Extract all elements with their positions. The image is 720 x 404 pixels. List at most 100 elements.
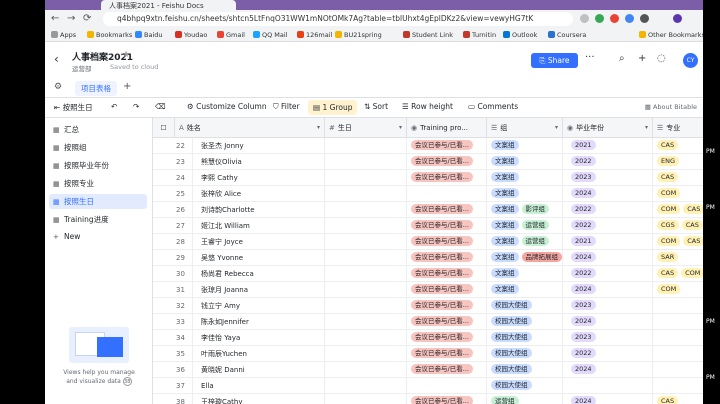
group-cell[interactable]: 文案组	[487, 186, 563, 202]
name-cell[interactable]: 姬江北 William	[193, 218, 325, 234]
share-button[interactable]: ⎘ Share	[531, 53, 578, 68]
sidebar-item-by-grad-year[interactable]: ▦ 按照毕业年份	[53, 160, 109, 171]
name-cell[interactable]: 陈永如Jennifer	[193, 314, 325, 330]
major-cell[interactable]: SAR	[653, 250, 703, 266]
table-row[interactable]: 33 陈永如Jennifer 会议已参与/已看... 校园大使组 2024	[153, 314, 703, 330]
name-cell[interactable]: 王梓璇Cathy	[193, 394, 325, 404]
major-cell[interactable]	[653, 298, 703, 314]
bookmark-item[interactable]: Other Bookmarks	[639, 31, 703, 39]
sidebar-item-summary[interactable]: ▦ 汇总	[53, 124, 79, 135]
bookmark-item[interactable]: QQ Mail	[253, 31, 288, 39]
birthday-cell[interactable]	[325, 170, 407, 186]
grad-year-cell[interactable]	[563, 378, 653, 394]
back-arrow-icon[interactable]: ‹	[54, 52, 59, 66]
extensions-puzzle-icon[interactable]	[640, 14, 649, 23]
filter-button[interactable]: ⛉ Filter	[273, 102, 300, 112]
table-row[interactable]: 23 熊慧仪Olivia 会议已参与/已看... 文案组 2022 ENG	[153, 154, 703, 170]
folder-label[interactable]: 运营部	[72, 63, 92, 73]
comments-button[interactable]: ▭ Comments	[468, 102, 518, 111]
training-cell[interactable]: 会议已参与/已看...	[407, 234, 487, 250]
group-cell[interactable]: 校园大使组	[487, 378, 563, 394]
major-cell[interactable]	[653, 330, 703, 346]
group-cell[interactable]: 校园大使组	[487, 362, 563, 378]
bookmark-item[interactable]: BU21spring	[335, 31, 382, 39]
group-cell[interactable]: 文案组	[487, 266, 563, 282]
name-cell[interactable]: 王睿宁 Joyce	[193, 234, 325, 250]
training-cell[interactable]: 会议已参与/已看...	[407, 346, 487, 362]
browser-tab[interactable]: 人事档案2021 - Feishu Docs	[101, 0, 236, 10]
birthday-cell[interactable]	[325, 202, 407, 218]
customize-column-button[interactable]: ⚙ Customize Column	[187, 102, 267, 111]
sidebar-item-by-group[interactable]: ▦ 按照组	[53, 142, 87, 153]
bookmark-item[interactable]: Youdao	[175, 31, 207, 39]
bookmark-star-icon[interactable]	[580, 14, 589, 23]
search-icon[interactable]: ⌕	[619, 53, 625, 64]
bookmark-item[interactable]: 126mail	[297, 31, 332, 39]
sort-button[interactable]: ⇅ Sort	[364, 102, 388, 111]
birthday-cell[interactable]	[325, 298, 407, 314]
group-cell[interactable]: 校园大使组	[487, 346, 563, 362]
group-cell[interactable]: 校园大使组	[487, 330, 563, 346]
chevron-down-icon[interactable]: ▾	[645, 118, 648, 138]
url-input[interactable]: q4bhpq9xtn.feishu.cn/sheets/shtcn5LtFnqO…	[103, 12, 573, 26]
group-cell[interactable]: 文案组	[487, 282, 563, 298]
column-header-name[interactable]: A 姓名 ▾	[175, 118, 325, 138]
table-row[interactable]: 32 钱立宁 Amy 会议已参与/已看... 校园大使组 2023	[153, 298, 703, 314]
bookmark-item[interactable]: Outlook	[503, 31, 537, 39]
select-all-checkbox[interactable]: ☐	[153, 118, 175, 138]
table-row[interactable]: 38 王梓璇Cathy 会议已参与/已看... 运营组 2024 CAS	[153, 394, 703, 404]
training-cell[interactable]	[407, 186, 487, 202]
grad-year-cell[interactable]: 2023	[563, 170, 653, 186]
birthday-cell[interactable]	[325, 314, 407, 330]
table-row[interactable]: 24 李熙 Cathy 会议已参与/已看... 文案组 2023 CAS	[153, 170, 703, 186]
table-row[interactable]: 35 叶雨辰Yuchen 会议已参与/已看... 校园大使组 2022	[153, 346, 703, 362]
table-row[interactable]: 31 张琼月 Joanna 会议已参与/已看... 文案组 2024 COM	[153, 282, 703, 298]
birthday-cell[interactable]	[325, 362, 407, 378]
group-cell[interactable]: 文案组	[487, 170, 563, 186]
table-row[interactable]: 29 吴悠 Yvonne 会议已参与/已看... 文案组 品牌拓展组 2024 SAR	[153, 250, 703, 266]
name-cell[interactable]: 钱立宁 Amy	[193, 298, 325, 314]
birthday-cell[interactable]	[325, 250, 407, 266]
sidebar-item-by-birthday[interactable]: ▦ 按照生日	[49, 194, 147, 209]
grad-year-cell[interactable]: 2024	[563, 394, 653, 404]
birthday-cell[interactable]	[325, 218, 407, 234]
major-cell[interactable]	[653, 346, 703, 362]
birthday-cell[interactable]	[325, 346, 407, 362]
table-row[interactable]: 37 Ella 校园大使组	[153, 378, 703, 394]
tab-project-table[interactable]: 项目表格	[75, 81, 117, 96]
training-cell[interactable]: 会议已参与/已看...	[407, 218, 487, 234]
column-header-birthday[interactable]: # 生日 ▾	[325, 118, 407, 138]
add-icon[interactable]: +	[638, 53, 646, 64]
name-cell[interactable]: Ella	[193, 378, 325, 394]
column-header-training[interactable]: ◉ Training pro...	[407, 118, 487, 138]
table-row[interactable]: 28 王睿宁 Joyce 会议已参与/已看... 文案组 运营组 2021 COM CAS	[153, 234, 703, 250]
major-cell[interactable]	[653, 362, 703, 378]
training-cell[interactable]: 会议已参与/已看...	[407, 266, 487, 282]
sidebar-item-by-major[interactable]: ▦ 按照专业	[53, 178, 94, 189]
grad-year-cell[interactable]: 2024	[563, 282, 653, 298]
birthday-cell[interactable]	[325, 282, 407, 298]
lightbulb-icon[interactable]: ◌	[657, 53, 666, 64]
group-cell[interactable]: 校园大使组	[487, 298, 563, 314]
name-cell[interactable]: 黄晓妮 Danni	[193, 362, 325, 378]
settings-icon[interactable]: ⚙	[54, 82, 62, 92]
major-cell[interactable]: CAS	[653, 394, 703, 404]
grad-year-cell[interactable]: 2022	[563, 346, 653, 362]
training-cell[interactable]: 会议已参与/已看...	[407, 250, 487, 266]
forward-icon[interactable]: →	[67, 13, 75, 24]
name-cell[interactable]: 杨尚君 Rebecca	[193, 266, 325, 282]
name-cell[interactable]: 张琼月 Joanna	[193, 282, 325, 298]
extension-icon[interactable]	[625, 14, 634, 23]
birthday-cell[interactable]	[325, 154, 407, 170]
grad-year-cell[interactable]: 2023	[563, 298, 653, 314]
column-header-grad-year[interactable]: ◉ 毕业年份 ▾	[563, 118, 653, 138]
name-cell[interactable]: 熊慧仪Olivia	[193, 154, 325, 170]
birthday-cell[interactable]	[325, 378, 407, 394]
grad-year-cell[interactable]: 2021	[563, 138, 653, 154]
avatar[interactable]: CY	[683, 53, 698, 68]
grad-year-cell[interactable]: 2024	[563, 186, 653, 202]
training-cell[interactable]: 会议已参与/已看...	[407, 330, 487, 346]
grad-year-cell[interactable]: 2023	[563, 330, 653, 346]
major-cell[interactable]: CAS	[653, 170, 703, 186]
name-cell[interactable]: 刘诗韵Charlotte	[193, 202, 325, 218]
